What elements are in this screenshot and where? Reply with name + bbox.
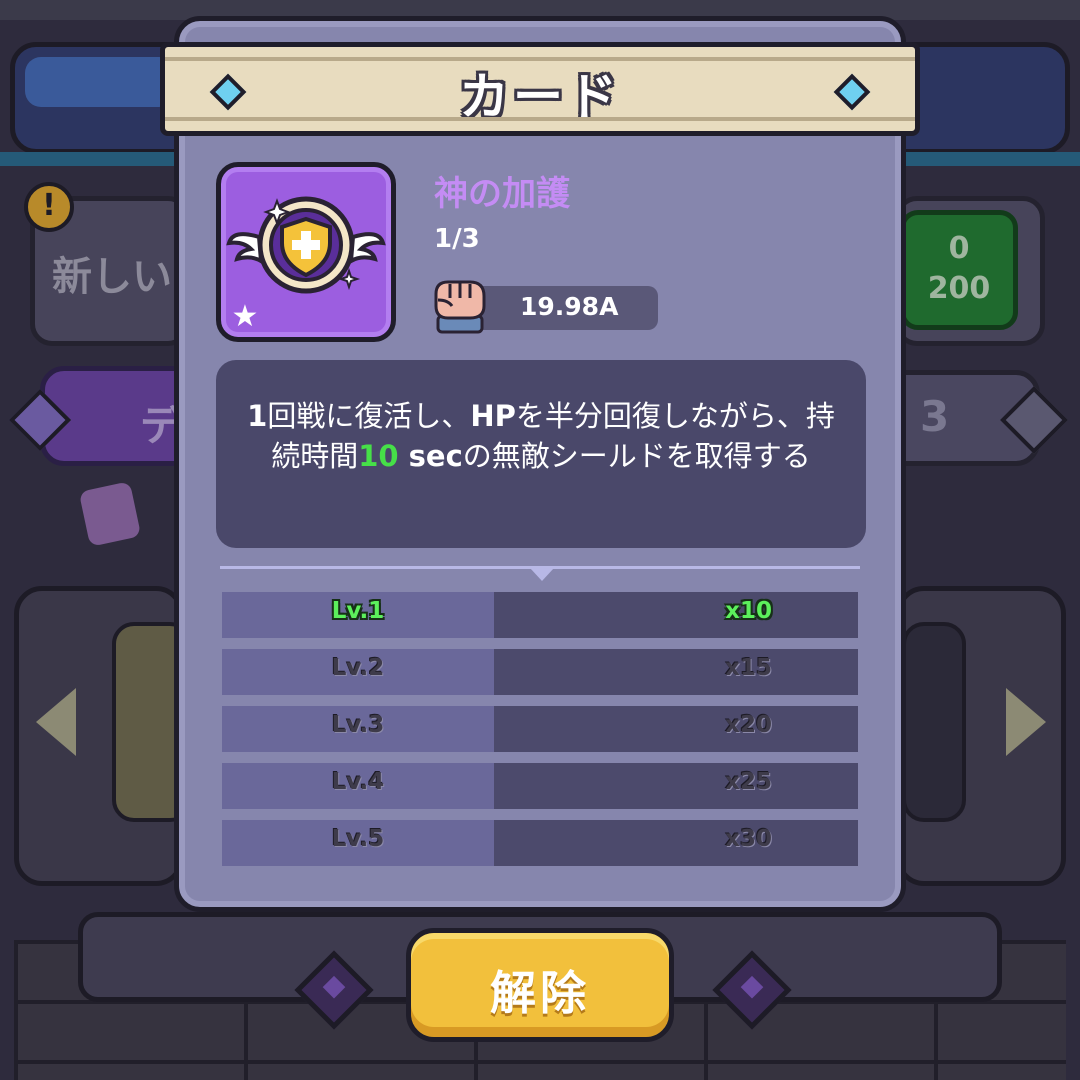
desc-text: 回戦に復活し、: [267, 399, 471, 433]
desc-hp: HP: [470, 399, 516, 433]
star-icon: ★: [231, 299, 259, 334]
level-row: Lv.3 x20: [222, 706, 858, 752]
desc-duration-unit: sec: [398, 439, 463, 473]
level-value: x20: [725, 712, 772, 738]
card-description: 1回戦に復活し、HPを半分回復しながら、持続時間10 secの無敵シールドを取得…: [236, 396, 846, 476]
level-label: Lv.2: [331, 655, 385, 681]
level-value: x30: [725, 826, 772, 852]
level-row: Lv.4 x25: [222, 763, 858, 809]
card-count: 1/3: [434, 224, 480, 254]
release-button[interactable]: 解除: [406, 928, 674, 1042]
level-label: Lv.5: [331, 826, 385, 852]
dialog-title: カード: [459, 68, 621, 126]
level-row: Lv.2 x15: [222, 649, 858, 695]
green-action-button[interactable]: 0 200: [900, 210, 1018, 330]
alert-icon: !: [24, 182, 74, 232]
fist-icon: [428, 272, 494, 338]
arrow-right-icon[interactable]: [1006, 688, 1046, 756]
desc-text: の無敵シールドを取得する: [462, 439, 811, 473]
card-name: 神の加護: [434, 174, 570, 214]
desc-duration-value: 10: [358, 439, 399, 473]
release-button-label: 解除: [490, 966, 590, 1020]
green-button-line2: 200: [927, 271, 991, 306]
arrow-left-icon[interactable]: [36, 688, 76, 756]
level-label: Lv.1: [331, 598, 385, 624]
level-row: Lv.1 x10: [222, 592, 858, 638]
deck-tab-right-label: 3: [920, 392, 950, 441]
power-value: 19.98A: [520, 292, 619, 321]
dialog-title-bar: カード: [160, 42, 920, 136]
green-button-line1: 0: [948, 231, 970, 266]
notice-text: 新しい: [52, 254, 172, 300]
divider-notch: [530, 568, 554, 581]
level-value: x10: [725, 598, 772, 624]
desc-number: 1: [247, 399, 268, 433]
level-value: x25: [725, 769, 772, 795]
card-slot-right[interactable]: [902, 622, 966, 822]
level-label: Lv.3: [331, 712, 385, 738]
level-value: x15: [725, 655, 772, 681]
level-label: Lv.4: [331, 769, 385, 795]
level-row: Lv.5 x30: [222, 820, 858, 866]
cards-icon: [78, 481, 142, 547]
